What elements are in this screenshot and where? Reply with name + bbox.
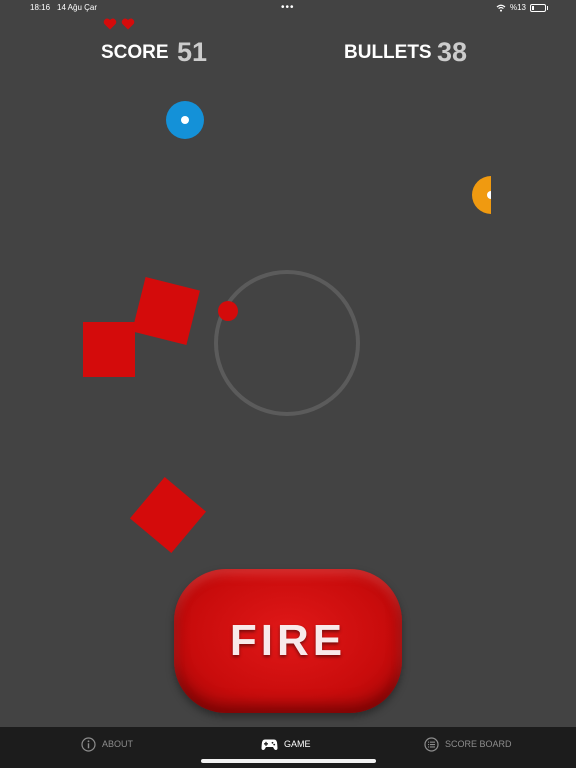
player-ring [214,270,360,416]
enemy-square [129,476,207,554]
list-icon [424,736,439,752]
tab-score-board[interactable]: SCORE BOARD [424,736,512,752]
enemy-square [132,277,200,345]
blue-target [166,101,204,139]
tab-game[interactable]: GAME [261,736,311,752]
tab-about[interactable]: ABOUT [81,736,133,752]
fire-button[interactable]: FIRE [174,569,402,713]
orange-target [472,176,491,214]
tab-game-label: GAME [284,739,311,749]
info-icon [81,736,96,752]
gamepad-icon [261,739,278,750]
enemy-square [83,322,135,377]
tab-about-label: ABOUT [102,739,134,749]
home-indicator[interactable] [201,759,376,763]
player-bullet [218,301,238,321]
tab-score-board-label: SCORE BOARD [445,739,512,749]
fire-button-label: FIRE [229,616,347,665]
